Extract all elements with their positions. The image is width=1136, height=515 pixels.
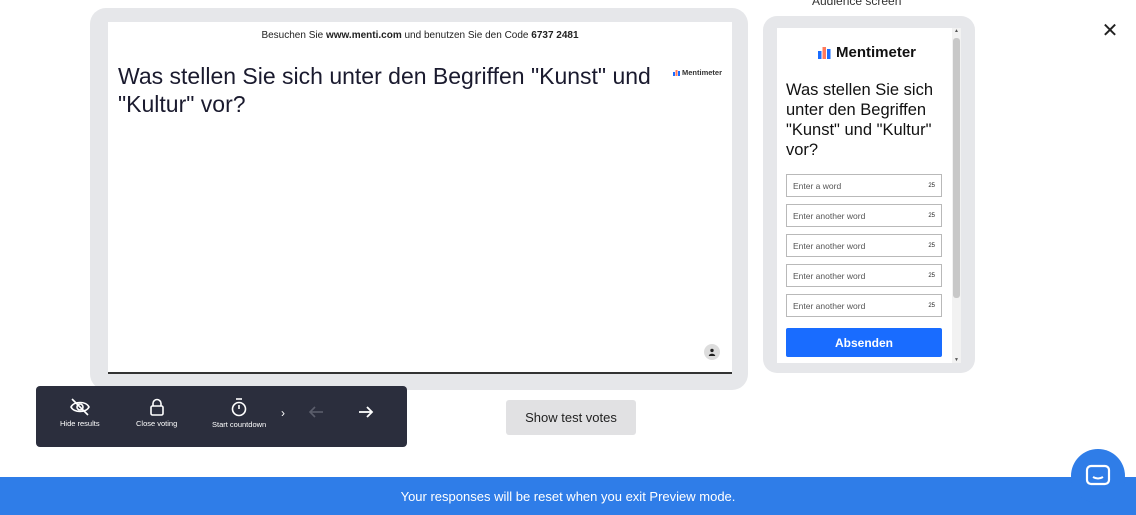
mentimeter-logo-icon xyxy=(672,69,680,76)
word-input-3[interactable]: Enter another word 25 xyxy=(786,234,942,257)
char-count: 25 xyxy=(928,242,935,249)
char-count: 25 xyxy=(928,302,935,309)
chat-icon xyxy=(1085,464,1111,486)
mentimeter-logo-icon xyxy=(818,46,831,59)
word-input-5[interactable]: Enter another word 25 xyxy=(786,294,942,317)
show-test-votes-button[interactable]: Show test votes xyxy=(506,400,636,435)
next-slide-button[interactable] xyxy=(358,405,374,424)
participants-icon[interactable] xyxy=(704,344,720,360)
preview-banner: Your responses will be reset when you ex… xyxy=(0,477,1136,515)
join-instructions: Besuchen Sie www.menti.com und benutzen … xyxy=(261,30,579,41)
stopwatch-icon xyxy=(231,398,247,417)
lock-icon xyxy=(149,398,164,416)
audience-scrollbar[interactable]: ▲ ▼ xyxy=(952,28,961,363)
close-icon[interactable]: ✕ xyxy=(1100,21,1120,42)
join-url: www.menti.com xyxy=(325,30,402,41)
join-code: 6737 2481 xyxy=(531,30,579,41)
hide-results-button[interactable]: Hide results xyxy=(60,398,100,428)
slide-brand: Mentimeter xyxy=(672,68,722,77)
start-countdown-button[interactable]: Start countdown xyxy=(212,398,266,429)
submit-button[interactable]: Absenden xyxy=(786,328,942,357)
scroll-thumb[interactable] xyxy=(953,38,960,298)
close-voting-button[interactable]: Close voting xyxy=(136,398,177,428)
word-input-1[interactable]: Enter a word 25 xyxy=(786,174,942,197)
scroll-down-icon[interactable]: ▼ xyxy=(952,357,961,363)
slide-preview: Besuchen Sie www.menti.com und benutzen … xyxy=(108,22,732,374)
audience-screen-label: Audience screen xyxy=(812,0,902,8)
slide-title: Was stellen Sie sich unter den Begriffen… xyxy=(118,63,651,117)
previous-slide-button[interactable] xyxy=(308,405,324,424)
chevron-right-icon[interactable]: › xyxy=(281,406,285,420)
char-count: 25 xyxy=(928,272,935,279)
arrow-left-icon xyxy=(308,406,323,418)
word-input-4[interactable]: Enter another word 25 xyxy=(786,264,942,287)
audience-question: Was stellen Sie sich unter den Begriffen… xyxy=(786,81,934,159)
char-count: 25 xyxy=(928,212,935,219)
word-input-2[interactable]: Enter another word 25 xyxy=(786,204,942,227)
arrow-right-icon xyxy=(359,406,374,418)
audience-brand: Mentimeter xyxy=(818,44,916,61)
chat-launcher-button[interactable] xyxy=(1071,449,1125,503)
eye-off-icon xyxy=(69,398,90,416)
presenter-toolbar: Hide results Close voting Start countdow… xyxy=(36,386,407,447)
scroll-up-icon[interactable]: ▲ xyxy=(952,28,961,34)
preview-page: Besuchen Sie www.menti.com und benutzen … xyxy=(0,0,1136,515)
char-count: 25 xyxy=(928,182,935,189)
